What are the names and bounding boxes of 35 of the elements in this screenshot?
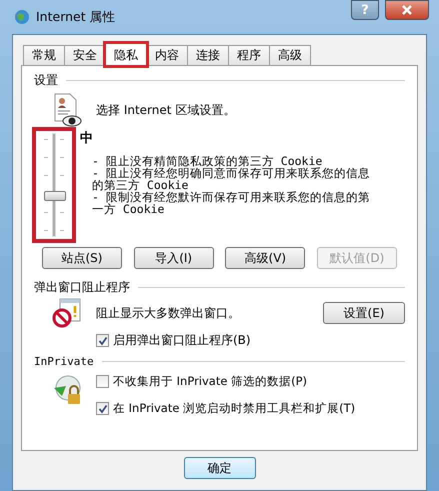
blocked-window-icon xyxy=(52,298,82,328)
description-line: - 限制没有经您默许而保存可用来联系您的信息的第一方 Cookie xyxy=(92,191,371,215)
checkbox-label: 启用弹出窗口阻止程序(B) xyxy=(113,332,251,349)
checkbox[interactable] xyxy=(96,402,109,415)
checkbox[interactable] xyxy=(96,375,109,388)
privacy-level: 中 xyxy=(80,130,94,147)
description-line: - 阻止没有精简隐私政策的第三方 Cookie xyxy=(92,155,322,167)
zone-text: 选择 Internet 区域设置。 xyxy=(96,102,236,118)
ok-button[interactable]: 确定 xyxy=(184,457,256,479)
slider-thumb[interactable] xyxy=(44,191,66,202)
settings-button[interactable]: 设置(E) xyxy=(323,302,405,324)
close-icon xyxy=(401,5,413,15)
group-heading: 弹出窗口阻止程序 xyxy=(34,279,130,296)
popup-text: 阻止显示大多数弹出窗口。 xyxy=(96,304,241,322)
tab[interactable]: 高级 xyxy=(269,45,311,65)
checkbox-label: 在 InPrivate 浏览启动时禁用工具栏和扩展(T) xyxy=(113,401,356,416)
window-title: Internet 属性 xyxy=(36,8,116,26)
tab[interactable]: 安全 xyxy=(64,45,106,65)
group-heading: 设置 xyxy=(34,72,58,89)
privacy-slider[interactable] xyxy=(34,129,74,241)
tab[interactable]: 隐私 xyxy=(105,43,147,66)
checkbox[interactable] xyxy=(96,334,109,347)
checkbox-label: 不收集用于 InPrivate 筛选的数据(P) xyxy=(113,374,307,389)
close-button[interactable] xyxy=(385,0,429,20)
tab[interactable]: 程序 xyxy=(228,45,270,65)
tab[interactable]: 连接 xyxy=(187,45,229,65)
tab[interactable]: 内容 xyxy=(146,45,188,65)
group-heading: InPrivate xyxy=(34,355,94,368)
globe-icon xyxy=(14,9,30,25)
description-line: - 阻止没有经您明确同意而保存可用来联系您的信息的第三方 Cookie xyxy=(92,167,371,191)
privacy-document-icon xyxy=(52,93,82,127)
dialog-button[interactable]: 站点(S) xyxy=(42,247,122,269)
dialog-button[interactable]: 高级(V) xyxy=(225,247,306,269)
tab[interactable]: 常规 xyxy=(23,45,65,65)
dialog-button[interactable]: 导入(I) xyxy=(134,247,214,269)
